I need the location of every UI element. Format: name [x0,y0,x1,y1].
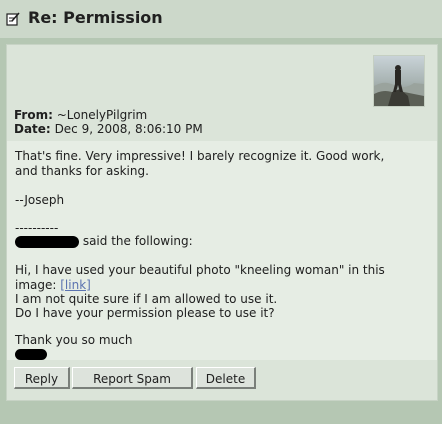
date-label: Date: [14,122,51,136]
date-value: Dec 9, 2008, 8:06:10 PM [54,122,203,136]
message-body: That's fine. Very impressive! I barely r… [7,141,437,360]
signature: --Joseph [15,193,65,207]
quote-header: said the following: [15,234,193,249]
avatar[interactable] [373,55,425,107]
message-window: Re: Permission From: ~LonelyPilgrim Date… [0,0,442,424]
message-title: Re: Permission [28,8,163,27]
redacted-username [15,235,79,248]
edit-note-icon [6,11,20,26]
redacted-signature [15,349,47,360]
image-link[interactable]: [link] [60,278,91,292]
report-spam-button[interactable]: Report Spam [72,367,193,389]
message-panel: From: ~LonelyPilgrim Date: Dec 9, 2008, … [6,44,438,401]
image-label: image: [15,278,57,292]
message-meta: From: ~LonelyPilgrim Date: Dec 9, 2008, … [14,108,203,136]
quote-line: Do I have your permission please to use … [15,306,275,320]
delete-button[interactable]: Delete [196,367,256,389]
quote-signature [15,347,47,362]
quote-thanks: Thank you so much [15,333,133,347]
reply-line: and thanks for asking. [15,164,149,178]
title-bar: Re: Permission [0,0,442,38]
quote-line: image: [link] [15,278,91,293]
said-the-following: said the following: [82,234,193,248]
reply-button[interactable]: Reply [14,367,70,389]
quote-line: I am not quite sure if I am allowed to u… [15,292,278,306]
quote-line: Hi, I have used your beautiful photo "kn… [15,263,385,277]
from-label: From: [14,108,53,122]
from-value[interactable]: ~LonelyPilgrim [57,108,148,122]
reply-line: That's fine. Very impressive! I barely r… [15,149,385,163]
